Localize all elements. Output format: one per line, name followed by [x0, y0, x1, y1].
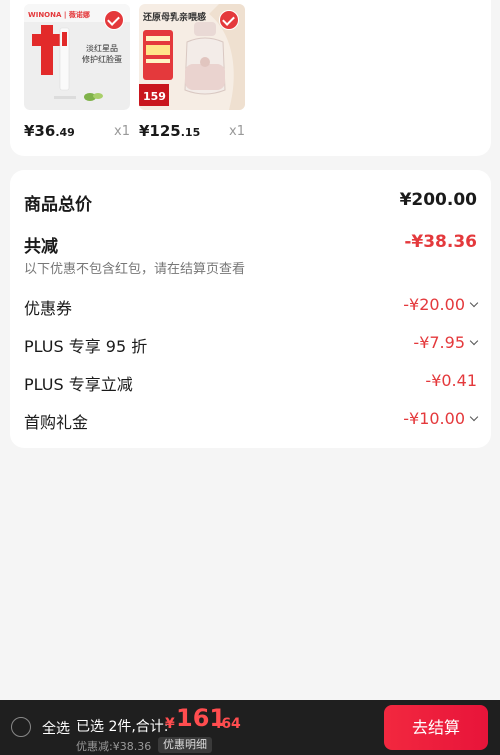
price-decimal: .49 [55, 126, 75, 139]
selected-count-text: 已选 2件,合计: [76, 719, 169, 735]
total-price-label: 商品总价 [24, 195, 92, 215]
chevron-down-icon[interactable] [469, 298, 479, 308]
total-reduce-row: 共减 -¥38.36 [24, 232, 477, 257]
chevron-down-icon[interactable] [469, 336, 479, 346]
discount-row-coupon[interactable]: 优惠券 -¥20.00 [24, 295, 479, 318]
selected-check-icon[interactable] [219, 10, 239, 30]
discount-row-first-purchase[interactable]: 首购礼金 -¥10.00 [24, 409, 479, 432]
total-price-value: ¥200.00 [399, 190, 477, 210]
product-image-bottle[interactable]: 还原母乳亲喂感 159 [139, 4, 245, 110]
price-integer: ¥36 [24, 122, 56, 140]
badge-price: 159 [143, 90, 166, 103]
discount-label: 首购礼金 [24, 413, 89, 432]
total-currency: ¥ [165, 716, 175, 732]
product-quantity: x1 [114, 124, 130, 139]
total-decimal: .64 [216, 716, 241, 732]
select-all-radio[interactable] [11, 717, 31, 737]
discount-note: 以下优惠不包含红包，请在结算页查看 [24, 262, 246, 277]
checkout-button[interactable]: 去结算 [384, 705, 488, 750]
product-quantity: x1 [229, 124, 245, 139]
banner-text: 还原母乳亲喂感 [142, 11, 206, 23]
price-integer: ¥125 [139, 122, 181, 140]
discount-value: -¥0.41 [425, 371, 477, 390]
product-price: ¥125.15 [139, 122, 200, 140]
chevron-down-icon[interactable] [469, 412, 479, 422]
discount-label: PLUS 专享 95 折 [24, 337, 148, 356]
product-card: WINONA | 薇诺娜 淡红星品 修护红脸蛋 ¥36.49 x1 还原母乳亲喂… [10, 0, 491, 156]
discount-amount: -¥10.00 [403, 409, 465, 428]
discount-label: PLUS 专享立减 [24, 375, 133, 394]
brand-logo-text: WINONA | 薇诺娜 [28, 10, 90, 20]
price-decimal: .15 [180, 126, 201, 139]
product-price: ¥36.49 [24, 122, 75, 140]
product-item-bottle[interactable]: 还原母乳亲喂感 159 ¥125.15 x1 [139, 4, 245, 140]
discount-detail-button[interactable]: 优惠明细 [158, 737, 212, 753]
discount-summary: 优惠减:¥38.36 [76, 740, 152, 753]
promo-line-1: 淡红星品 [86, 43, 118, 53]
select-all-label[interactable]: 全选 [42, 718, 70, 738]
price-row: ¥125.15 x1 [139, 122, 245, 144]
total-reduce-label: 共减 [24, 237, 58, 257]
discount-value: -¥7.95 [413, 333, 479, 352]
discount-value: -¥10.00 [403, 409, 479, 428]
discount-amount: -¥20.00 [403, 295, 465, 314]
price-summary-card: 商品总价 ¥200.00 共减 -¥38.36 以下优惠不包含红包，请在结算页查… [10, 170, 491, 448]
checkout-bar: 全选 已选 2件,合计: ¥ 161 .64 优惠减:¥38.36 优惠明细 去… [0, 700, 500, 755]
discount-row-plus-95[interactable]: PLUS 专享 95 折 -¥7.95 [24, 333, 479, 356]
promo-line-2: 修护红脸蛋 [82, 54, 122, 64]
discount-value: -¥20.00 [403, 295, 479, 314]
discount-row-plus-reduce: PLUS 专享立减 -¥0.41 [24, 371, 477, 394]
product-item-winona[interactable]: WINONA | 薇诺娜 淡红星品 修护红脸蛋 ¥36.49 x1 [24, 4, 130, 140]
total-price-row: 商品总价 ¥200.00 [24, 190, 477, 215]
price-row: ¥36.49 x1 [24, 122, 130, 144]
discount-amount: -¥7.95 [413, 333, 465, 352]
product-image-winona[interactable]: WINONA | 薇诺娜 淡红星品 修护红脸蛋 [24, 4, 130, 110]
total-reduce-value: -¥38.36 [404, 232, 477, 252]
discount-label: 优惠券 [24, 299, 73, 318]
selected-check-icon[interactable] [104, 10, 124, 30]
